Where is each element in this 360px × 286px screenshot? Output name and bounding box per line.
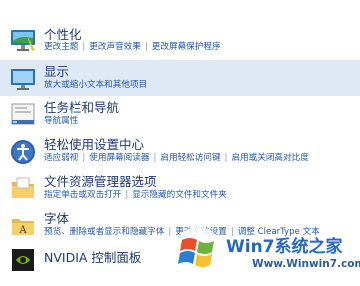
link-zoom-text[interactable]: 放大或缩小文本和其他项目 [44,80,147,90]
link-screen-reader[interactable]: 使用屏幕阅读器 [89,153,149,163]
watermark: Win7系统之家 Www.Winwin7.com [168,222,360,282]
category-links: 更改主题 | 更改声音效果 | 更改屏幕保护程序 [44,42,221,52]
windows-logo-icon [173,227,223,277]
category-display[interactable]: 显示 放大或缩小文本和其他项目 [0,60,360,96]
category-title[interactable]: NVIDIA 控制面板 [44,250,141,265]
link-preview-fonts[interactable]: 预览、删除或者显示和隐藏字体 [44,227,164,237]
folder-options-icon [12,177,34,198]
link-low-vision[interactable]: 适应弱视 [44,153,78,163]
category-links: 指定单击或双击打开 | 显示隐藏的文件和文件夹 [44,190,227,200]
svg-text:A: A [18,225,27,236]
category-title[interactable]: 文件资源管理器选项 [44,174,157,189]
category-taskbar[interactable]: 任务栏和导航 导航属性 [0,97,360,131]
category-title[interactable]: 任务栏和导航 [44,100,119,115]
category-personalization[interactable]: 个性化 更改主题 | 更改声音效果 | 更改屏幕保护程序 [0,22,360,56]
link-show-hidden[interactable]: 显示隐藏的文件和文件夹 [132,190,227,200]
category-folder-options[interactable]: 文件资源管理器选项 指定单击或双击打开 | 显示隐藏的文件和文件夹 [0,171,360,205]
link-access-keys[interactable]: 启用轻松访问键 [160,153,220,163]
link-navigation-properties[interactable]: 导航属性 [44,116,78,126]
link-single-double-click[interactable]: 指定单击或双击打开 [44,190,121,200]
category-title[interactable]: 个性化 [44,27,82,42]
category-links: 导航属性 [44,116,78,127]
category-title[interactable]: 字体 [44,211,69,226]
category-ease-of-access[interactable]: 轻松使用设置中心 适应弱视 | 使用屏幕阅读器 | 启用轻松访问键 | 启用或关闭高对比度 [0,134,360,168]
link-high-contrast[interactable]: 启用或关闭高对比度 [231,153,308,163]
category-title[interactable]: 轻松使用设置中心 [44,137,144,152]
watermark-brand: Win7系统之家 [226,237,343,257]
nvidia-icon [12,249,34,271]
watermark-url: Www.Winwin7.com [252,258,360,270]
ease-of-access-icon [11,140,35,164]
fonts-icon: A [12,219,34,236]
link-change-screensaver[interactable]: 更改屏幕保护程序 [152,42,221,52]
taskbar-icon [11,103,35,125]
personalization-icon [11,30,35,51]
category-title[interactable]: 显示 [44,64,69,79]
category-links: 适应弱视 | 使用屏幕阅读器 | 启用轻松访问键 | 启用或关闭高对比度 [44,153,309,163]
link-change-sound[interactable]: 更改声音效果 [89,42,141,52]
category-links: 放大或缩小文本和其他项目 [44,80,147,91]
link-change-theme[interactable]: 更改主题 [44,42,78,52]
display-icon [11,69,35,90]
